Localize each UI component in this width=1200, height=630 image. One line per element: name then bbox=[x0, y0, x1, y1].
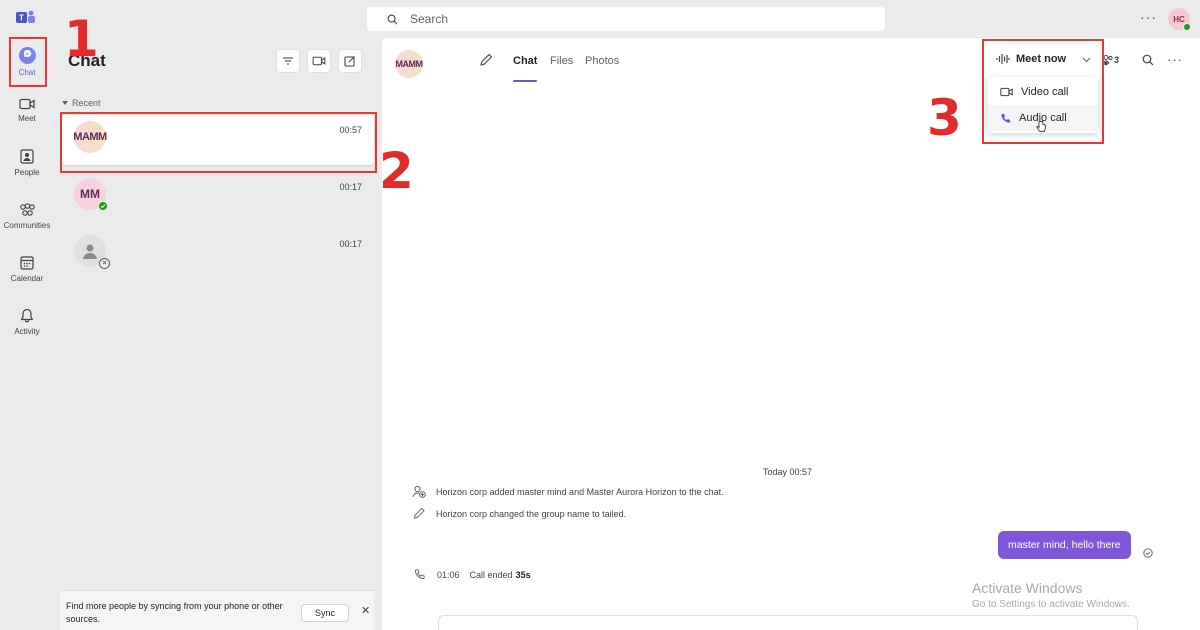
rail-label: Communities bbox=[3, 220, 51, 230]
rail-label: Meet bbox=[18, 113, 36, 123]
rail-label: Calendar bbox=[10, 273, 44, 283]
system-message-text: Horizon corp added master mind and Maste… bbox=[436, 486, 724, 497]
annotation-number: 3 bbox=[927, 89, 962, 147]
chat-time: 00:17 bbox=[339, 182, 362, 192]
avatar-initials: MM bbox=[80, 187, 100, 201]
call-ended-message: 01:06 Call ended 35s bbox=[414, 569, 531, 580]
default-avatar-icon: × bbox=[74, 235, 110, 269]
sync-banner-text: Find more people by syncing from your ph… bbox=[66, 601, 283, 624]
filter-button[interactable] bbox=[276, 49, 300, 73]
chat-time: 00:17 bbox=[339, 239, 362, 249]
avatar-initials: MAMM bbox=[395, 59, 424, 69]
collapse-arrow-icon bbox=[62, 101, 68, 105]
highlight-box-chat bbox=[9, 37, 47, 87]
message-bubble[interactable]: master mind, hello there bbox=[998, 531, 1131, 559]
rail-calendar[interactable]: Calendar bbox=[0, 245, 54, 293]
close-icon[interactable]: ✕ bbox=[361, 604, 370, 617]
system-message-added: Horizon corp added master mind and Maste… bbox=[412, 485, 724, 498]
watermark-title: Activate Windows bbox=[972, 580, 1083, 596]
watermark-subtitle: Go to Settings to activate Windows. bbox=[972, 599, 1130, 610]
communities-icon bbox=[19, 202, 35, 216]
call-status: Call ended bbox=[469, 569, 513, 580]
rail-activity[interactable]: Activity bbox=[0, 298, 54, 346]
sync-banner: Find more people by syncing from your ph… bbox=[60, 590, 374, 630]
top-bar: T Search ··· HC bbox=[0, 0, 1200, 38]
rail-label: Activity bbox=[14, 327, 40, 336]
more-options-icon[interactable]: ··· bbox=[1167, 52, 1183, 67]
annotation-number: 1 bbox=[64, 10, 99, 68]
participant-count: 3 bbox=[1114, 55, 1120, 65]
teams-logo-icon[interactable]: T bbox=[16, 9, 36, 27]
video-camera-icon bbox=[19, 98, 35, 109]
calendar-icon bbox=[20, 255, 34, 270]
message-seen-icon bbox=[1143, 548, 1153, 558]
section-recent[interactable]: Recent bbox=[62, 98, 101, 108]
rail-communities[interactable]: Communities bbox=[0, 192, 54, 240]
annotation-number: 2 bbox=[379, 142, 414, 200]
bell-icon bbox=[20, 308, 34, 323]
participants-button[interactable]: 3 bbox=[1102, 54, 1119, 66]
available-status-icon bbox=[98, 201, 108, 211]
user-avatar[interactable]: HC bbox=[1168, 8, 1191, 31]
compose-box[interactable] bbox=[438, 615, 1138, 630]
svg-text:T: T bbox=[19, 14, 24, 23]
rail-label: People bbox=[14, 168, 40, 177]
contact-avatar: MM bbox=[74, 178, 108, 211]
filter-icon bbox=[283, 57, 293, 65]
online-status-icon bbox=[1183, 23, 1191, 31]
activation-watermark: Activate Windows Go to Settings to activ… bbox=[972, 580, 1130, 610]
rail-meet[interactable]: Meet bbox=[0, 86, 54, 134]
app-rail: Chat Meet People Communities Calendar Ac… bbox=[0, 38, 54, 630]
tab-photos[interactable]: Photos bbox=[585, 55, 619, 67]
search-placeholder: Search bbox=[410, 12, 449, 26]
meet-now-button[interactable] bbox=[307, 49, 331, 73]
day-separator: Today 00:57 bbox=[763, 467, 813, 477]
system-message-renamed: Horizon corp changed the group name to t… bbox=[412, 507, 626, 520]
tab-chat[interactable]: Chat bbox=[513, 55, 537, 67]
call-time: 01:06 bbox=[437, 569, 460, 580]
compose-icon bbox=[344, 56, 355, 67]
new-chat-button[interactable] bbox=[338, 49, 362, 73]
highlight-box-chat-item bbox=[60, 112, 377, 173]
system-message-text: Horizon corp changed the group name to t… bbox=[436, 508, 627, 519]
section-label: Recent bbox=[72, 98, 101, 108]
video-camera-icon bbox=[312, 56, 326, 66]
edit-icon bbox=[413, 507, 425, 519]
search-icon bbox=[387, 14, 398, 24]
more-options-icon[interactable]: ··· bbox=[1140, 9, 1157, 25]
sync-button[interactable]: Sync bbox=[301, 604, 349, 622]
people-icon bbox=[20, 149, 34, 164]
search-icon[interactable] bbox=[1142, 54, 1154, 66]
rail-people[interactable]: People bbox=[0, 139, 54, 187]
chat-item-unknown[interactable]: × 00:17 bbox=[62, 229, 374, 279]
edit-name-icon[interactable] bbox=[479, 53, 493, 67]
message-text: master mind, hello there bbox=[1008, 539, 1121, 551]
search-bar[interactable]: Search bbox=[367, 7, 885, 31]
tab-files[interactable]: Files bbox=[550, 55, 573, 67]
highlight-box-audio-call bbox=[982, 39, 1104, 144]
chat-item-mm[interactable]: MM 00:17 bbox=[62, 172, 374, 222]
chat-header-avatar[interactable]: MAMM bbox=[395, 50, 423, 78]
offline-status-icon: × bbox=[99, 258, 110, 269]
call-duration: 35s bbox=[515, 569, 531, 580]
phone-icon bbox=[414, 569, 425, 580]
active-tab-indicator bbox=[513, 80, 537, 82]
add-people-icon bbox=[412, 485, 426, 498]
user-initials: HC bbox=[1173, 14, 1185, 24]
